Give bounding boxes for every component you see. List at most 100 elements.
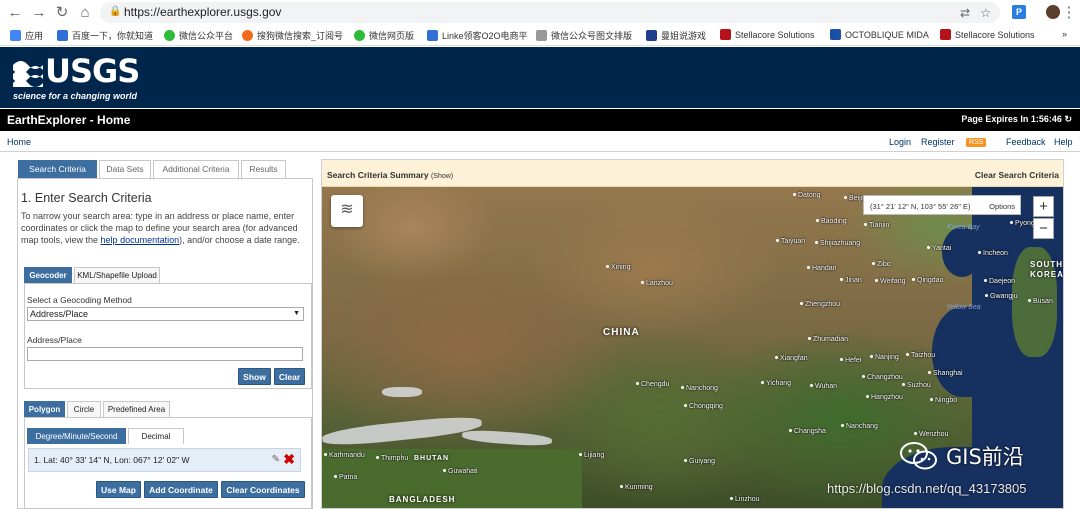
country-label: CHINA: [603, 327, 640, 338]
tab-predefined-area[interactable]: Predefined Area: [103, 401, 170, 417]
avatar[interactable]: [1046, 5, 1060, 19]
geocoding-method-select[interactable]: Address/Place ▼: [27, 307, 304, 321]
clear-search-criteria[interactable]: Clear Search Criteria: [975, 170, 1059, 180]
city-label: Handan: [807, 265, 837, 272]
sea-label: Korea Bay: [947, 224, 980, 231]
map-options-link[interactable]: Options: [989, 202, 1015, 211]
bookmark-octoblique[interactable]: OCTOBLIQUE MIDA: [830, 29, 929, 40]
paw-icon: [646, 30, 657, 41]
bookmarks-bar: 应用 百度一下，你就知道 微信公众平台 搜狗微信搜索_订阅号 微信网页版 Lin…: [0, 25, 1080, 46]
city-label: Zibo: [872, 261, 891, 268]
tab-polygon[interactable]: Polygon: [24, 401, 65, 417]
nav-help[interactable]: Help: [1054, 137, 1073, 147]
forward-icon[interactable]: →: [30, 4, 48, 22]
usgs-wordmark: USGS: [45, 52, 140, 90]
city-label: Qingdao: [912, 277, 943, 284]
add-coordinate-button[interactable]: Add Coordinate: [144, 481, 218, 498]
city-label: Taiyuan: [776, 238, 805, 245]
app-title-bar: EarthExplorer - Home Page Expires In 1:5…: [0, 109, 1080, 131]
city-label: Ningbo: [930, 397, 957, 404]
delete-icon[interactable]: ✖: [283, 451, 295, 468]
watermark-text: GIS前沿: [946, 445, 1024, 469]
summary-show-link[interactable]: (Show): [431, 173, 453, 180]
search-criteria-summary: Search Criteria Summary (Show): [327, 170, 454, 180]
city-label: Datong: [793, 192, 821, 199]
city-label: Taizhou: [906, 352, 935, 359]
city-label: Weifang: [875, 278, 906, 285]
city-label: Jinan: [840, 277, 862, 284]
city-label: Zhengzhou: [800, 301, 840, 308]
layers-icon[interactable]: ≋: [331, 195, 363, 227]
zoom-out-button[interactable]: −: [1033, 218, 1054, 239]
city-label: Zhumadian: [808, 336, 848, 343]
bookmark-sogou[interactable]: 搜狗微信搜索_订阅号: [242, 29, 343, 42]
address-input[interactable]: [27, 347, 303, 361]
geocoder-panel: Select a Geocoding Method Address/Place ▼…: [24, 283, 312, 389]
sea-region: [932, 307, 992, 397]
tab-kml-shapefile[interactable]: KML/Shapefile Upload: [74, 267, 160, 283]
page-expires: Page Expires In 1:56:46 ↻: [961, 114, 1072, 124]
bookmark-stellacore-1[interactable]: Stellacore Solutions: [720, 29, 815, 40]
refresh-icon[interactable]: ↻: [1064, 114, 1072, 124]
tab-search-criteria[interactable]: Search Criteria: [18, 160, 97, 178]
extension-icon[interactable]: P: [1012, 5, 1026, 19]
usgs-tagline: science for a changing world: [13, 91, 138, 101]
url-text: https://earthexplorer.usgs.gov: [124, 5, 282, 19]
back-icon[interactable]: ←: [6, 4, 24, 22]
nav-register[interactable]: Register: [921, 137, 955, 147]
wechat-watermark-icon: [900, 442, 937, 470]
cursor-coordinates: (31° 21' 12" N, 103° 55' 26" E) Options: [863, 195, 1021, 215]
country-label: BHUTAN: [414, 455, 450, 462]
show-button[interactable]: Show: [238, 368, 271, 385]
star-icon[interactable]: ☆: [980, 6, 991, 20]
lock-icon: 🔒: [109, 6, 122, 17]
tab-data-sets[interactable]: Data Sets: [99, 160, 151, 178]
rss-icon[interactable]: RSS: [966, 136, 987, 147]
layout-icon: [536, 30, 547, 41]
city-label: Hefei: [840, 357, 861, 364]
apps-icon: [10, 30, 21, 41]
tab-additional-criteria[interactable]: Additional Criteria: [153, 160, 239, 178]
bookmark-stellacore-2[interactable]: Stellacore Solutions: [940, 29, 1035, 40]
address-bar[interactable]: 🔒 https://earthexplorer.usgs.gov ⇄ ☆: [100, 2, 1000, 23]
country-label: SOUTH: [1030, 260, 1063, 269]
bookmark-wechat-web[interactable]: 微信网页版: [354, 29, 414, 42]
zoom-in-button[interactable]: +: [1033, 196, 1054, 217]
nav-feedback[interactable]: Feedback: [1006, 137, 1046, 147]
tab-circle[interactable]: Circle: [67, 401, 101, 417]
home-icon[interactable]: ⌂: [76, 4, 94, 22]
city-label: Yichang: [761, 380, 791, 387]
bookmark-linke[interactable]: Linke领客O2O电商平: [427, 29, 528, 42]
nav-home[interactable]: Home: [7, 137, 31, 147]
city-label: Chengdu: [636, 381, 669, 388]
tab-geocoder[interactable]: Geocoder: [24, 267, 72, 283]
city-label: Guwahati: [443, 468, 478, 475]
clear-coordinates-button[interactable]: Clear Coordinates: [221, 481, 305, 498]
tab-decimal[interactable]: Decimal: [128, 428, 184, 444]
city-label: Kunming: [620, 484, 653, 491]
city-label: Suzhou: [902, 382, 931, 389]
bookmark-baidu[interactable]: 百度一下，你就知道: [57, 29, 153, 42]
reload-icon[interactable]: ↻: [53, 4, 71, 22]
clear-button[interactable]: Clear: [274, 368, 305, 385]
coordinate-entry[interactable]: 1. Lat: 40° 33' 14" N, Lon: 067° 12' 02"…: [28, 448, 301, 472]
map-view[interactable]: ≋ Datong Beijing Baoding Tianjin Taiyuan…: [322, 187, 1063, 508]
bookmark-game[interactable]: 曼姐说游戏: [646, 29, 706, 42]
baidu-icon: [57, 30, 68, 41]
help-documentation-link[interactable]: help documentation: [101, 235, 180, 245]
tab-degree-minute-second[interactable]: Degree/Minute/Second: [27, 428, 126, 444]
edit-icon[interactable]: ✎: [272, 454, 280, 465]
snow-region: [322, 413, 483, 449]
bookmark-wechat-mp[interactable]: 微信公众平台: [164, 29, 233, 42]
translate-icon[interactable]: ⇄: [960, 6, 970, 20]
menu-icon[interactable]: ⋮: [1060, 4, 1078, 22]
city-label: Xining: [606, 264, 630, 271]
bookmark-wechat-layout[interactable]: 微信公众号图文排版: [536, 29, 632, 42]
city-label: Xiangfan: [775, 355, 808, 362]
city-label: Shanghai: [928, 370, 963, 377]
bookmark-apps[interactable]: 应用: [10, 29, 43, 42]
more-bookmarks-icon[interactable]: »: [1062, 29, 1067, 39]
use-map-button[interactable]: Use Map: [96, 481, 141, 498]
tab-results[interactable]: Results: [241, 160, 286, 178]
nav-login[interactable]: Login: [889, 137, 911, 147]
